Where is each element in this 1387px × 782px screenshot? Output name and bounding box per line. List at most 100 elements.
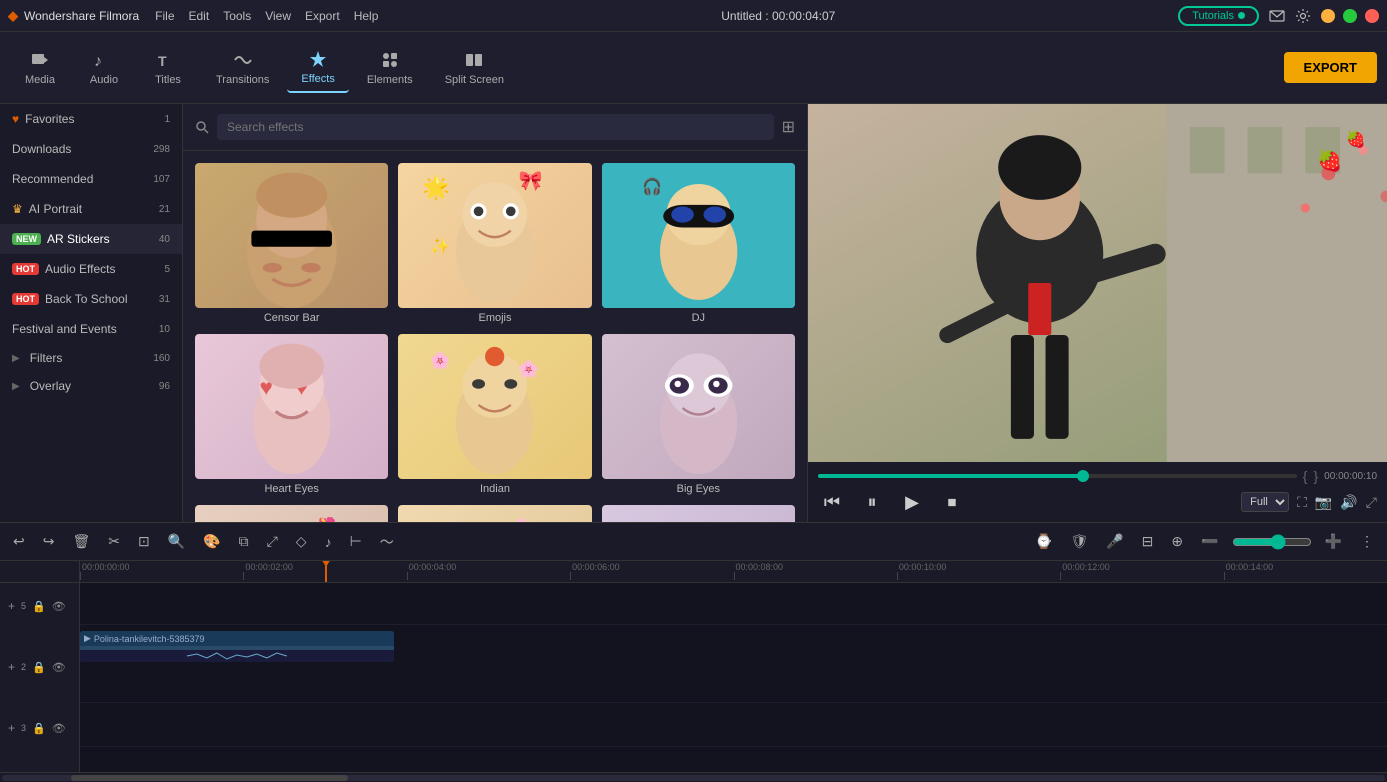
sidebar-item-favorites[interactable]: ♥ Favorites 1 bbox=[0, 104, 182, 134]
delete-button[interactable]: 🗑 bbox=[67, 530, 95, 553]
quality-select[interactable]: Full 1/2 1/4 bbox=[1241, 492, 1289, 512]
toolbar-media[interactable]: Media bbox=[10, 44, 70, 92]
toolbar-audio[interactable]: ♪ Audio bbox=[74, 44, 134, 92]
badge-hot-school: HOT bbox=[12, 293, 39, 305]
track-label-5: + 5 🔒 👁 bbox=[0, 585, 80, 627]
video-clip[interactable]: ▶ Polina-tankilevitch-5385379 bbox=[80, 631, 394, 662]
tutorials-dot-icon bbox=[1238, 12, 1245, 19]
play-button[interactable]: ▶ bbox=[898, 488, 926, 516]
toolbar-splitscreen[interactable]: Split Screen bbox=[431, 44, 518, 92]
sidebar-item-filters[interactable]: ▶ Filters 160 bbox=[0, 344, 182, 372]
toolbar-effects[interactable]: Effects bbox=[287, 43, 348, 93]
mail-icon[interactable] bbox=[1269, 8, 1285, 24]
color-button[interactable]: 🎨 bbox=[198, 530, 225, 553]
search-input[interactable] bbox=[217, 114, 774, 140]
redo-button[interactable]: ↪ bbox=[38, 530, 60, 553]
scrollbar-thumb[interactable] bbox=[71, 775, 348, 781]
export-button[interactable]: EXPORT bbox=[1284, 52, 1377, 83]
effect-card-big-eyes[interactable]: Big Eyes bbox=[602, 334, 795, 495]
menu-tools[interactable]: Tools bbox=[223, 9, 251, 23]
toolbar-transitions[interactable]: Transitions bbox=[202, 44, 283, 92]
cut-button[interactable]: ✂ bbox=[103, 530, 125, 553]
effect-card-censor-bar[interactable]: Censor Bar bbox=[195, 163, 388, 324]
track-5-eye-icon[interactable]: 👁 bbox=[52, 600, 66, 613]
track-video-content[interactable]: ▶ Polina-tankilevitch-5385379 bbox=[80, 627, 1387, 703]
more-button[interactable]: ⋮ bbox=[1355, 530, 1379, 553]
fit-button[interactable]: ⤢ bbox=[262, 530, 283, 553]
settings-icon[interactable] bbox=[1295, 8, 1311, 24]
menu-view[interactable]: View bbox=[265, 9, 291, 23]
minimize-button[interactable] bbox=[1321, 9, 1335, 23]
speed-button[interactable]: ⌚ bbox=[1030, 530, 1057, 553]
track-video-eye-icon[interactable]: 👁 bbox=[52, 661, 66, 674]
undo-button[interactable]: ↩ bbox=[8, 530, 30, 553]
maximize-button[interactable] bbox=[1343, 9, 1357, 23]
zoom-in-button[interactable]: ➕ bbox=[1320, 530, 1347, 553]
timeline-scrollbar[interactable] bbox=[0, 772, 1387, 782]
motion-button[interactable]: ⊕ bbox=[1166, 530, 1188, 553]
track-video-lock-icon[interactable]: 🔒 bbox=[32, 661, 46, 674]
track-3-add-icon[interactable]: + bbox=[8, 721, 15, 735]
track-3-lock-icon[interactable]: 🔒 bbox=[32, 722, 46, 735]
effect-card-dj[interactable]: 🎧 DJ bbox=[602, 163, 795, 324]
effect-thumb-dj: 🎧 bbox=[602, 163, 795, 308]
sidebar-item-recommended[interactable]: Recommended 107 bbox=[0, 164, 182, 194]
track-3-content[interactable] bbox=[80, 705, 1387, 747]
zoom-slider[interactable] bbox=[1232, 534, 1312, 550]
effect-card-heart-eyes[interactable]: ♥♥ Heart Eyes bbox=[195, 334, 388, 495]
sidebar-item-back-to-school[interactable]: HOT Back To School 31 bbox=[0, 284, 182, 314]
close-button[interactable] bbox=[1365, 9, 1379, 23]
title-text: Untitled : 00:00:04:07 bbox=[721, 9, 835, 23]
tutorials-button[interactable]: Tutorials bbox=[1178, 6, 1259, 26]
sidebar-item-audio-effects[interactable]: HOT Audio Effects 5 bbox=[0, 254, 182, 284]
effect-thumb-censor bbox=[195, 163, 388, 308]
prev-frame-button[interactable]: ⏮ bbox=[818, 488, 846, 516]
sidebar-item-ai-portrait[interactable]: ♛ AI Portrait 21 bbox=[0, 194, 182, 224]
track-5-content[interactable] bbox=[80, 583, 1387, 625]
sidebar-item-ar-stickers[interactable]: NEW AR Stickers 40 bbox=[0, 224, 182, 254]
sidebar-item-overlay[interactable]: ▶ Overlay 96 bbox=[0, 372, 182, 400]
subtitle-button[interactable]: ⊟ bbox=[1137, 530, 1159, 553]
expand-icon[interactable]: ⤢ bbox=[1366, 494, 1377, 511]
timeline: ↩ ↪ 🗑 ✂ ⊡ 🔍 🎨 ⧉ ⤢ ◇ ♪ ⊢ 〜 ⌚ 🛡 🎤 ⊟ ⊕ ➖ ➕ … bbox=[0, 522, 1387, 782]
pause-button[interactable]: ⏸ bbox=[858, 488, 886, 516]
sidebar-item-downloads[interactable]: Downloads 298 bbox=[0, 134, 182, 164]
zoom-out-button[interactable]: ➖ bbox=[1196, 530, 1223, 553]
menu-file[interactable]: File bbox=[155, 9, 174, 23]
waveform-button[interactable]: 〜 bbox=[375, 529, 399, 555]
audio-button[interactable]: ♪ bbox=[320, 531, 337, 553]
toolbar-elements[interactable]: Elements bbox=[353, 44, 427, 92]
volume-icon[interactable]: 🔊 bbox=[1340, 494, 1357, 511]
playback-buttons: ⏮ ⏸ ▶ ⏹ bbox=[818, 488, 966, 516]
screenshot-icon[interactable]: 📷 bbox=[1315, 494, 1332, 511]
transform-button[interactable]: ⧉ bbox=[234, 530, 254, 553]
playhead bbox=[325, 562, 327, 583]
stabilize-button[interactable]: 🛡 bbox=[1065, 530, 1093, 553]
crop-button[interactable]: ⊡ bbox=[133, 530, 155, 553]
effect-card-row3-1[interactable]: ✨🌺 bbox=[195, 505, 388, 522]
effect-card-row3-3[interactable]: 🦋✨ bbox=[602, 505, 795, 522]
progress-bar[interactable] bbox=[818, 474, 1297, 478]
svg-text:🌸: 🌸 bbox=[439, 520, 461, 522]
effect-thumb-row3-3: 🦋✨ bbox=[602, 505, 795, 522]
sidebar-item-festival-events[interactable]: Festival and Events 10 bbox=[0, 314, 182, 344]
fullscreen-icon[interactable]: ⛶ bbox=[1297, 494, 1307, 511]
track-3-eye-icon[interactable]: 👁 bbox=[52, 722, 66, 735]
stop-button[interactable]: ⏹ bbox=[938, 488, 966, 516]
menu-help[interactable]: Help bbox=[354, 9, 379, 23]
menu-edit[interactable]: Edit bbox=[189, 9, 210, 23]
track-5-add-icon[interactable]: + bbox=[8, 599, 15, 613]
effect-card-emojis[interactable]: 🌟🎀✨ Emojis bbox=[398, 163, 591, 324]
effect-card-row3-2[interactable]: 🌸🌸 bbox=[398, 505, 591, 522]
track-video-add-icon[interactable]: + bbox=[8, 660, 15, 674]
effect-card-indian[interactable]: 🌸🌸 Indian bbox=[398, 334, 591, 495]
split-button[interactable]: ⊢ bbox=[345, 530, 367, 553]
zoom-in-clip-button[interactable]: 🔍 bbox=[163, 530, 190, 553]
menu-export[interactable]: Export bbox=[305, 9, 340, 23]
shape-button[interactable]: ◇ bbox=[291, 530, 312, 553]
svg-text:🌺: 🌺 bbox=[316, 516, 340, 522]
toolbar-titles[interactable]: T Titles bbox=[138, 44, 198, 92]
track-5-lock-icon[interactable]: 🔒 bbox=[32, 600, 46, 613]
mic-button[interactable]: 🎤 bbox=[1101, 530, 1128, 553]
grid-view-icon[interactable]: ⊞ bbox=[782, 117, 795, 137]
